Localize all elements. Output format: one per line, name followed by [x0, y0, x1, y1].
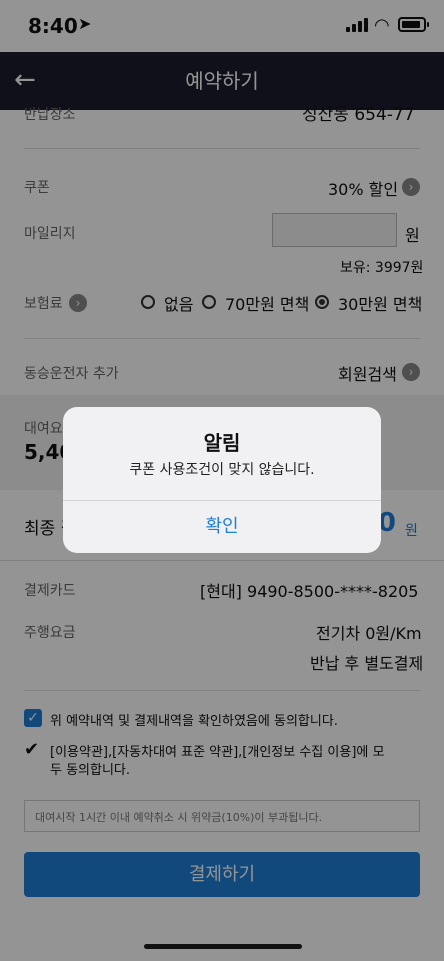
dialog-message: 쿠폰 사용조건이 맞지 않습니다.	[129, 462, 315, 478]
dialog-confirm-button[interactable]: 확인	[63, 501, 381, 553]
home-indicator[interactable]	[144, 944, 302, 949]
dialog-title: 알림	[203, 431, 241, 455]
alert-dialog: 알림 쿠폰 사용조건이 맞지 않습니다. 확인	[63, 407, 381, 553]
